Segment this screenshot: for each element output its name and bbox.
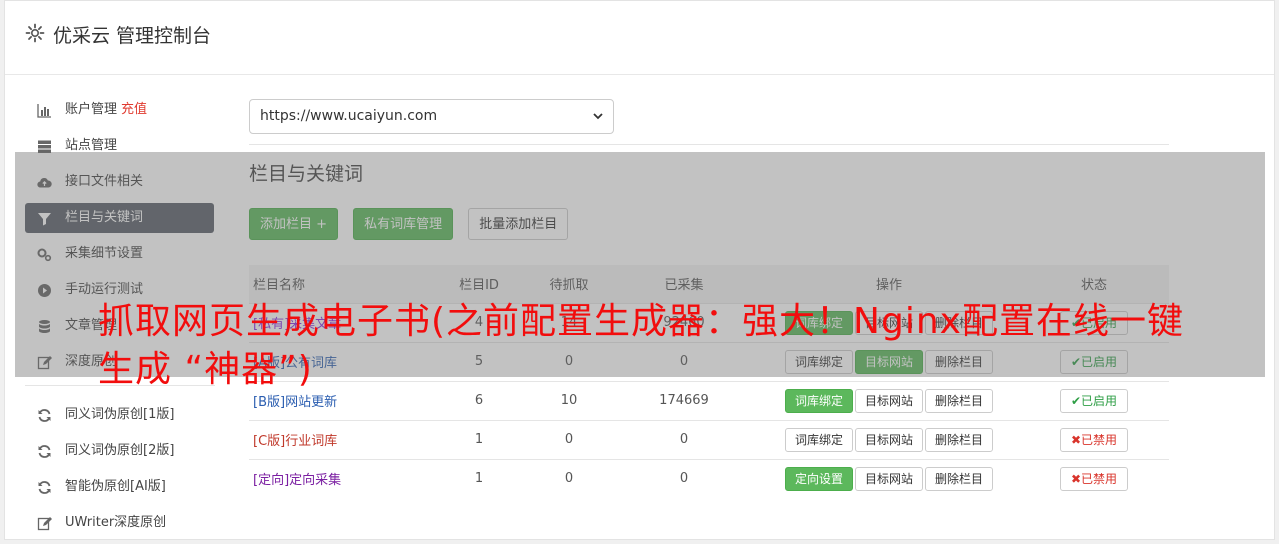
target-site-button[interactable]: 目标网站 [854, 427, 923, 452]
site-select[interactable]: https://www.ucaiyun.com [249, 99, 614, 134]
status-label: 已启用 [1081, 393, 1118, 408]
column-id: 1 [429, 458, 529, 498]
pending-count: 0 [529, 419, 609, 459]
sidebar-item-synonym-v2[interactable]: 同义词伪原创[2版] [25, 436, 215, 466]
delete-column-button[interactable]: 删除栏目 [925, 427, 994, 452]
sidebar-item-uwriter[interactable]: UWriter深度原创 [25, 508, 215, 538]
column-name: 定向采集 [289, 473, 342, 489]
page-title: 优采云 管理控制台 [53, 25, 212, 47]
status-toggle[interactable]: ✖已禁用 [1059, 427, 1129, 452]
site-select-value: https://www.ucaiyun.com [260, 108, 438, 124]
column-name: 网站更新 [285, 395, 338, 410]
sidebar-item-label: 智能伪原创[AI版] [65, 479, 166, 494]
table-row: [C版]行业词库 1 0 0 词库绑定 目标网站 删除栏目 ✖已禁用 [249, 419, 1169, 459]
gear-icon [25, 23, 45, 43]
column-name-cell[interactable]: [定向]定向采集 [249, 458, 429, 498]
column-tag: [定向] [253, 473, 290, 489]
status-label: 已禁用 [1081, 432, 1118, 447]
table-row: [定向]定向采集 1 0 0 定向设置 目标网站 删除栏目 ✖已禁用 [249, 458, 1169, 498]
actions-cell: 定向设置 目标网站 删除栏目 [759, 458, 1019, 498]
status-cell: ✖已禁用 [1019, 458, 1169, 498]
collected-count: 0 [609, 458, 759, 498]
target-site-button[interactable]: 目标网站 [854, 466, 923, 491]
delete-column-button[interactable]: 删除栏目 [925, 466, 994, 491]
sidebar-item-label: 站点管理 [65, 138, 118, 153]
recharge-link[interactable]: 充值 [121, 102, 147, 117]
sidebar-item-label: 账户管理 [65, 102, 118, 117]
sidebar-item-label: UWriter深度原创 [65, 515, 167, 530]
column-id: 1 [429, 419, 529, 459]
column-name: 行业词库 [285, 434, 338, 449]
sidebar-item-label: 同义词伪原创[2版] [65, 443, 175, 458]
lexicon-bind-button[interactable]: 词库绑定 [784, 427, 853, 452]
header: 优采云 管理控制台 [5, 1, 1274, 75]
column-tag: [C版] [253, 434, 286, 449]
status-label: 已禁用 [1081, 471, 1118, 486]
refresh-icon [38, 409, 51, 422]
refresh-icon [38, 445, 51, 458]
column-name-cell[interactable]: [C版]行业词库 [249, 419, 429, 459]
directed-settings-button[interactable]: 定向设置 [784, 466, 853, 491]
chevron-down-icon [593, 113, 603, 120]
sidebar-item-ai-rewrite[interactable]: 智能伪原创[AI版] [25, 472, 215, 502]
overlay-headline: 抓取网页生成电子书(之前配置生成器：强大！Nginx配置在线一键生成 “神器”) [98, 301, 1184, 390]
sidebar-item-label: 同义词伪原创[1版] [65, 407, 175, 422]
bar-chart-icon [37, 104, 51, 118]
status-toggle[interactable]: ✖已禁用 [1059, 466, 1129, 491]
actions-cell: 词库绑定 目标网站 删除栏目 [759, 419, 1019, 459]
sidebar-item-synonym-v1[interactable]: 同义词伪原创[1版] [25, 400, 215, 430]
status-cell: ✖已禁用 [1019, 419, 1169, 459]
pending-count: 0 [529, 458, 609, 498]
sidebar-item-account[interactable]: 账户管理 充值 [25, 95, 215, 125]
refresh-icon [38, 481, 51, 494]
divider [249, 144, 1169, 145]
column-tag: [B版] [253, 395, 286, 410]
edit-icon [37, 517, 52, 531]
collected-count: 0 [609, 419, 759, 459]
